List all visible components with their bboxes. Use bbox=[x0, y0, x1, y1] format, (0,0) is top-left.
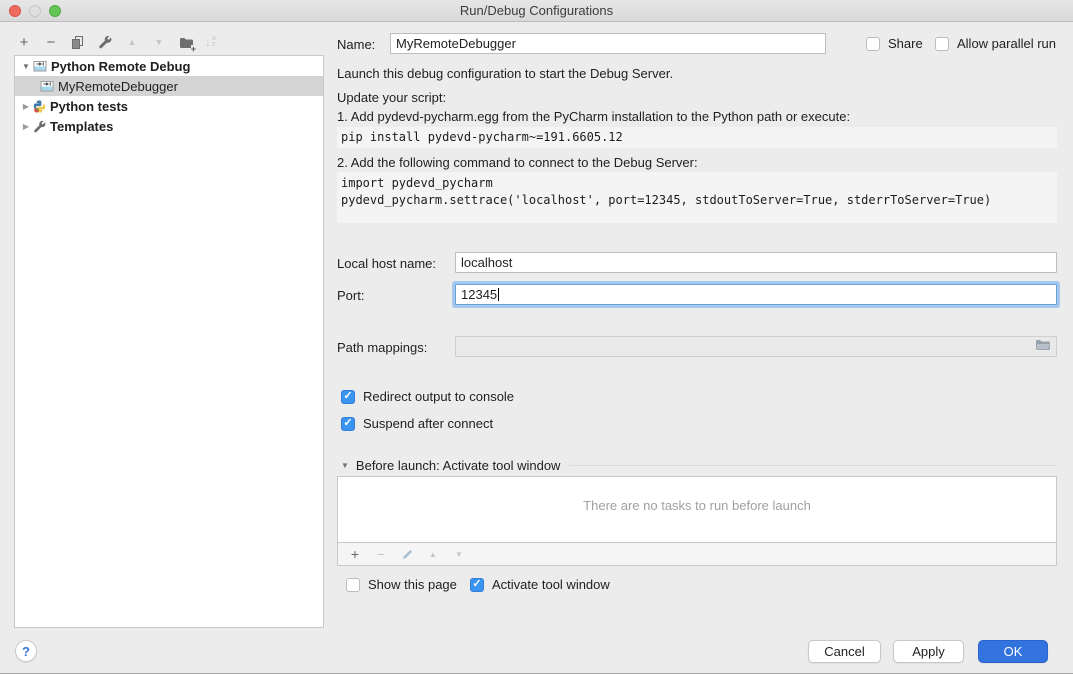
window-title: Run/Debug Configurations bbox=[0, 3, 1073, 18]
run-debug-configurations-dialog: Run/Debug Configurations + − ▲ ▼ + ↓ az … bbox=[0, 0, 1073, 674]
redirect-output-checkbox[interactable]: ✓ bbox=[341, 390, 355, 404]
suspend-after-connect-checkbox-row[interactable]: ✓ Suspend after connect bbox=[341, 416, 493, 431]
name-input[interactable]: MyRemoteDebugger bbox=[390, 33, 826, 54]
share-checkbox[interactable] bbox=[866, 37, 880, 51]
local-host-input[interactable]: localhost bbox=[455, 252, 1057, 273]
divider bbox=[569, 465, 1057, 466]
add-configuration-button[interactable]: + bbox=[16, 34, 32, 50]
settrace-code-block: import pydevd_pycharm pydevd_pycharm.sett… bbox=[337, 172, 1057, 223]
sort-configurations-icon: ↓ az bbox=[205, 35, 216, 49]
remove-task-icon: − bbox=[373, 546, 389, 562]
tree-item-myremotedebugger[interactable]: MyRemoteDebugger bbox=[15, 76, 323, 96]
tree-item-label: Python Remote Debug bbox=[51, 59, 190, 74]
tree-item-templates[interactable]: ▶ Templates bbox=[15, 116, 323, 136]
tree-item-label: MyRemoteDebugger bbox=[58, 79, 178, 94]
configurations-toolbar: + − ▲ ▼ + ↓ az bbox=[16, 30, 324, 54]
redirect-output-label: Redirect output to console bbox=[363, 389, 514, 404]
new-folder-icon[interactable]: + bbox=[178, 34, 194, 50]
title-bar: Run/Debug Configurations bbox=[0, 0, 1073, 22]
before-launch-toolbar: + − ▲ ▼ bbox=[337, 543, 1057, 566]
tree-item-python-tests[interactable]: ▶ Python tests bbox=[15, 96, 323, 116]
show-this-page-checkbox-row[interactable]: Show this page bbox=[346, 577, 457, 592]
tree-item-python-remote-debug[interactable]: ▼ Python Remote Debug bbox=[15, 56, 323, 76]
move-up-icon: ▲ bbox=[124, 34, 140, 50]
move-task-up-icon: ▲ bbox=[425, 546, 441, 562]
allow-parallel-run-checkbox[interactable] bbox=[935, 37, 949, 51]
checkmark-icon: ✓ bbox=[343, 391, 352, 402]
checkmark-icon: ✓ bbox=[472, 579, 481, 590]
expand-arrow-icon[interactable]: ▶ bbox=[21, 122, 31, 131]
move-down-icon: ▼ bbox=[151, 34, 167, 50]
collapse-triangle-icon[interactable]: ▼ bbox=[341, 461, 349, 470]
pip-command-code: pip install pydevd-pycharm~=191.6605.12 bbox=[337, 127, 1057, 148]
share-label: Share bbox=[888, 36, 923, 51]
before-launch-header[interactable]: ▼ Before launch: Activate tool window bbox=[341, 458, 1057, 473]
apply-button[interactable]: Apply bbox=[893, 640, 964, 663]
copy-configuration-icon[interactable] bbox=[70, 34, 86, 50]
ok-button[interactable]: OK bbox=[978, 640, 1048, 663]
activate-tool-window-checkbox-row[interactable]: ✓ Activate tool window bbox=[470, 577, 610, 592]
before-launch-task-list[interactable]: There are no tasks to run before launch bbox=[337, 476, 1057, 543]
empty-tasks-message: There are no tasks to run before launch bbox=[338, 498, 1056, 513]
port-label: Port: bbox=[337, 288, 364, 303]
tree-item-label: Templates bbox=[50, 119, 113, 134]
port-input[interactable]: 12345 bbox=[455, 284, 1057, 305]
name-label: Name: bbox=[337, 37, 375, 52]
browse-folder-icon[interactable] bbox=[1035, 339, 1051, 354]
expand-arrow-icon[interactable]: ▼ bbox=[21, 62, 31, 71]
step1-text: 1. Add pydevd-pycharm.egg from the PyCha… bbox=[337, 109, 850, 124]
configurations-tree: ▼ Python Remote Debug MyRemoteDebugger ▶… bbox=[14, 55, 324, 628]
remote-debug-config-icon bbox=[40, 80, 54, 93]
tree-item-label: Python tests bbox=[50, 99, 128, 114]
path-mappings-input[interactable] bbox=[455, 336, 1057, 357]
activate-tool-window-checkbox[interactable]: ✓ bbox=[470, 578, 484, 592]
before-launch-title: Before launch: Activate tool window bbox=[356, 458, 561, 473]
allow-parallel-run-checkbox-row[interactable]: Allow parallel run bbox=[935, 36, 1056, 51]
edit-task-pencil-icon bbox=[399, 546, 415, 562]
show-this-page-checkbox[interactable] bbox=[346, 578, 360, 592]
remote-debug-config-icon bbox=[33, 60, 47, 73]
checkmark-icon: ✓ bbox=[343, 418, 352, 429]
help-button[interactable]: ? bbox=[15, 640, 37, 662]
expand-arrow-icon[interactable]: ▶ bbox=[21, 102, 31, 111]
templates-wrench-icon bbox=[33, 120, 46, 133]
code-line-2: pydevd_pycharm.settrace('localhost', por… bbox=[341, 193, 991, 207]
path-mappings-label: Path mappings: bbox=[337, 340, 427, 355]
local-host-label: Local host name: bbox=[337, 256, 436, 271]
add-task-button[interactable]: + bbox=[347, 546, 363, 562]
allow-parallel-run-label: Allow parallel run bbox=[957, 36, 1056, 51]
text-cursor bbox=[498, 288, 499, 301]
suspend-after-connect-label: Suspend after connect bbox=[363, 416, 493, 431]
share-checkbox-row[interactable]: Share bbox=[866, 36, 923, 51]
remove-configuration-button[interactable]: − bbox=[43, 34, 59, 50]
suspend-after-connect-checkbox[interactable]: ✓ bbox=[341, 417, 355, 431]
update-script-text: Update your script: bbox=[337, 90, 446, 105]
python-tests-icon bbox=[33, 100, 46, 113]
code-line-1: import pydevd_pycharm bbox=[341, 176, 493, 190]
show-this-page-label: Show this page bbox=[368, 577, 457, 592]
redirect-output-checkbox-row[interactable]: ✓ Redirect output to console bbox=[341, 389, 514, 404]
step2-text: 2. Add the following command to connect … bbox=[337, 155, 698, 170]
edit-templates-wrench-icon[interactable] bbox=[97, 34, 113, 50]
intro-text: Launch this debug configuration to start… bbox=[337, 66, 673, 81]
cancel-button[interactable]: Cancel bbox=[808, 640, 881, 663]
activate-tool-window-label: Activate tool window bbox=[492, 577, 610, 592]
move-task-down-icon: ▼ bbox=[451, 546, 467, 562]
